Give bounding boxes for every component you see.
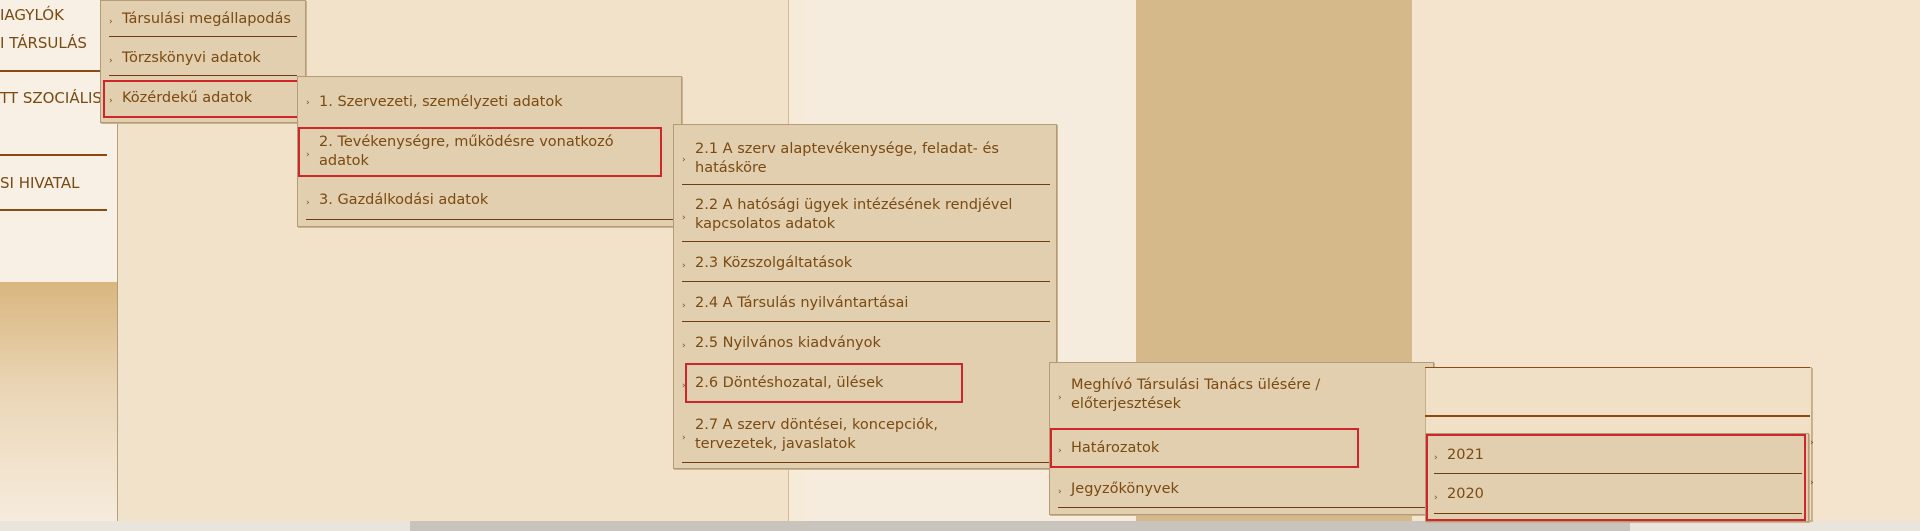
menu-item-szerv-dontesei[interactable]: › 2.7 A szerv döntései, koncepciók, terv… bbox=[674, 407, 1056, 463]
chevron-right-icon: › bbox=[109, 17, 113, 27]
horizontal-scrollbar-thumb[interactable] bbox=[410, 521, 1630, 531]
chevron-right-icon: › bbox=[1058, 487, 1062, 497]
menu-item-label: Törzskönyvi adatok bbox=[122, 49, 261, 66]
left-nav-item[interactable]: TT SZOCIÁLIS bbox=[0, 89, 102, 107]
menu-item-kozszolgaltatasok[interactable]: › 2.3 Közszolgáltatások bbox=[674, 244, 1056, 282]
menu-separator bbox=[682, 241, 1050, 242]
menu-separator bbox=[682, 321, 1050, 322]
chevron-right-icon: › bbox=[682, 212, 686, 223]
menu-separator bbox=[1434, 473, 1802, 474]
chevron-right-icon: › bbox=[682, 341, 686, 351]
menu-item-label: Társulási megállapodás bbox=[122, 10, 291, 27]
chevron-right-icon: › bbox=[306, 150, 310, 160]
menu-separator bbox=[306, 219, 681, 220]
chevron-right-icon: › bbox=[306, 198, 310, 208]
menu-item-label: 2.1 A szerv alaptevékenysége, feladat- é… bbox=[695, 141, 999, 176]
menu-item-tevekenysegre-vonatkozo-adatok[interactable]: › 2. Tevékenységre, működésre vonatkozó … bbox=[298, 127, 681, 177]
chevron-right-icon: › bbox=[109, 96, 113, 106]
menu-item-kozerdeku-adatok[interactable]: › Közérdekű adatok bbox=[101, 80, 305, 116]
menu-separator bbox=[682, 184, 1050, 185]
menu-item-label: 2.3 Közszolgáltatások bbox=[695, 254, 853, 271]
menu-item-label: 2021 bbox=[1447, 446, 1484, 463]
menu-item-2020[interactable]: › 2020 bbox=[1426, 475, 1808, 514]
chevron-right-icon: › bbox=[682, 261, 686, 271]
menu-item-label: Közérdekű adatok bbox=[122, 89, 253, 106]
menu-item-hatosagi-ugyek[interactable]: › 2.2 A hatósági ügyek intézésének rendj… bbox=[674, 187, 1056, 242]
menu-item-torzskonyvi-adatok[interactable]: › Törzskönyvi adatok bbox=[101, 40, 305, 76]
menu-item-donteshozatal-ulesek[interactable]: › 2.6 Döntéshozatal, ülések bbox=[674, 363, 1056, 403]
menu-level-5: › 2021 › 2020 › › bbox=[1425, 433, 1814, 522]
menu-level-2: › 1. Szervezeti, személyzeti adatok › 2.… bbox=[297, 76, 682, 227]
left-nav-item[interactable]: IAGYLÓK bbox=[0, 6, 64, 24]
menu-item-label: 2.7 A szerv döntései, koncepciók, tervez… bbox=[695, 417, 938, 452]
menu-item-nyilvanos-kiadvanyok[interactable]: › 2.5 Nyilvános kiadványok bbox=[674, 324, 1056, 362]
menu-level-1: › Társulási megállapodás › Törzskönyvi a… bbox=[100, 0, 306, 123]
menu-item-label: 3. Gazdálkodási adatok bbox=[319, 191, 489, 208]
menu-item-tarsulasi-megallapodas[interactable]: › Társulási megállapodás bbox=[101, 1, 305, 37]
menu-level-3: › 2.1 A szerv alaptevékenysége, feladat-… bbox=[673, 124, 1057, 469]
chevron-right-icon: › bbox=[1434, 453, 1438, 463]
menu-level-4: › Meghívó Társulási Tanács ülésére / elő… bbox=[1049, 362, 1434, 515]
chevron-right-icon: › bbox=[682, 381, 686, 391]
menu-item-label: 2020 bbox=[1447, 486, 1484, 502]
menu-item-meghivo-eloterjesztesek[interactable]: › Meghívó Társulási Tanács ülésére / elő… bbox=[1050, 367, 1433, 423]
chevron-right-icon: › bbox=[1058, 446, 1062, 456]
left-nav-divider bbox=[0, 154, 107, 156]
menu-item-label: Meghívó Társulási Tanács ülésére / előte… bbox=[1071, 377, 1321, 412]
menu-item-label: 1. Szervezeti, személyzeti adatok bbox=[319, 94, 563, 110]
menu-separator bbox=[1058, 507, 1427, 508]
chevron-right-icon: › bbox=[1810, 438, 1814, 448]
menu-separator bbox=[109, 75, 297, 76]
chevron-right-icon: › bbox=[682, 433, 686, 443]
menu-item-label: Határozatok bbox=[1071, 439, 1160, 456]
left-nav-item[interactable]: I TÁRSULÁS bbox=[0, 34, 87, 52]
menu-item-label: 2.5 Nyilvános kiadványok bbox=[695, 334, 881, 351]
left-nav-item[interactable]: SI HIVATAL bbox=[0, 174, 79, 192]
chevron-right-icon: › bbox=[306, 97, 310, 108]
menu-separator bbox=[682, 281, 1050, 282]
chevron-right-icon: › bbox=[1434, 492, 1438, 503]
menu-separator bbox=[1425, 415, 1810, 417]
menu-separator bbox=[682, 462, 1050, 463]
menu-item-nyilvantartasok[interactable]: › 2.4 A Társulás nyilvántartásai bbox=[674, 284, 1056, 322]
menu-item-gazdalkodasi-adatok[interactable]: › 3. Gazdálkodási adatok bbox=[298, 180, 681, 220]
menu-item-2021[interactable]: › 2021 bbox=[1426, 436, 1808, 474]
menu-item-jegyzokonyvek[interactable]: › Jegyzőkönyvek bbox=[1050, 470, 1433, 508]
menu-separator bbox=[1434, 513, 1802, 514]
menu-separator bbox=[109, 36, 297, 37]
menu-item-hatarozatok[interactable]: › Határozatok bbox=[1050, 428, 1433, 468]
menu-separator bbox=[1425, 367, 1810, 368]
left-nav-divider bbox=[0, 70, 100, 72]
menu-item-label: 2.4 A Társulás nyilvántartásai bbox=[695, 294, 909, 311]
menu-item-label: 2. Tevékenységre, működésre vonatkozó ad… bbox=[319, 134, 614, 169]
chevron-right-icon: › bbox=[1810, 478, 1814, 488]
chevron-right-icon: › bbox=[109, 56, 113, 66]
chevron-right-icon: › bbox=[682, 155, 686, 165]
menu-item-label: Jegyzőkönyvek bbox=[1071, 480, 1179, 497]
menu-item-label: 2.2 A hatósági ügyek intézésének rendjév… bbox=[695, 196, 1013, 232]
chevron-right-icon: › bbox=[1058, 393, 1062, 403]
menu-item-szervezeti-adatok[interactable]: › 1. Szervezeti, személyzeti adatok bbox=[298, 77, 681, 122]
left-nav-divider bbox=[0, 209, 107, 211]
left-gradient-panel bbox=[0, 282, 117, 522]
chevron-right-icon: › bbox=[682, 301, 686, 311]
menu-item-label: 2.6 Döntéshozatal, ülések bbox=[695, 374, 884, 391]
menu-item-alaptevekenyseg[interactable]: › 2.1 A szerv alaptevékenysége, feladat-… bbox=[674, 129, 1056, 185]
